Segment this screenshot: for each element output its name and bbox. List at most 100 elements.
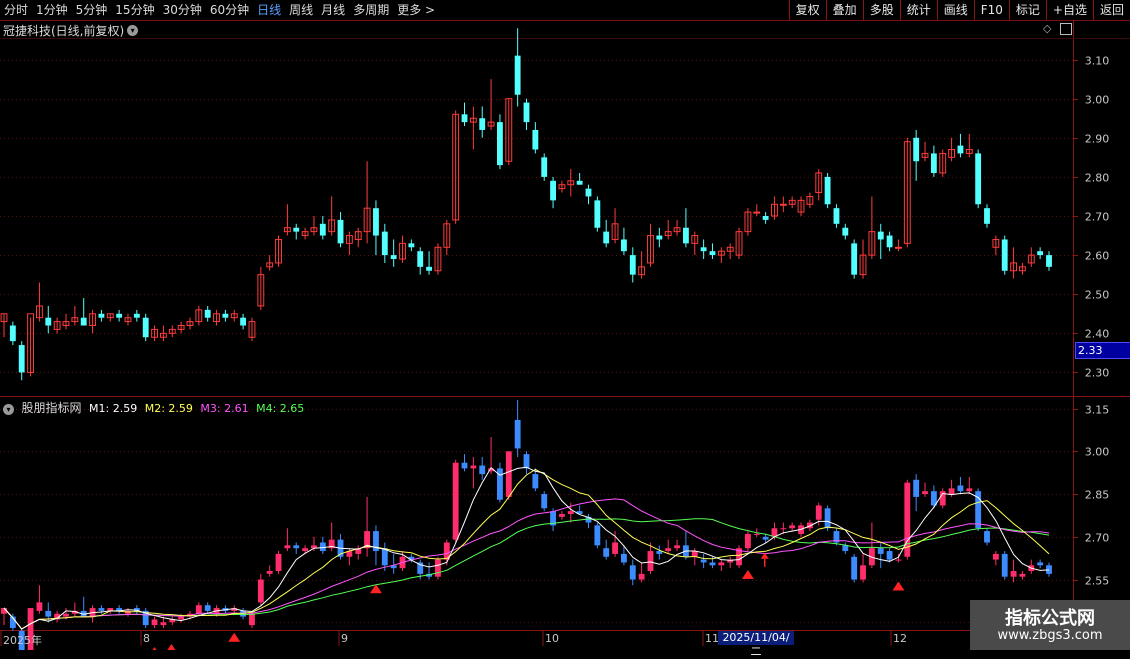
ind-candle-body: [470, 465, 477, 469]
main-tick-label: 2.30: [1085, 367, 1110, 380]
ind-candle-body: [319, 542, 326, 552]
watermark-logo: 指标公式网 www.zbgs3.com: [970, 600, 1130, 650]
ind-candle-body: [709, 562, 716, 566]
candle-body: [1001, 239, 1008, 271]
stock-title: 冠捷科技(日线,前复权): [3, 24, 125, 38]
ind-candle-body: [824, 508, 831, 529]
cursor-date-tag: 2025/11/04/二: [718, 631, 794, 658]
candle-body: [620, 239, 627, 252]
ind-candle-body: [744, 533, 751, 549]
main-tick-label: 2.90: [1085, 133, 1110, 146]
diamond-icon[interactable]: ◇: [1043, 22, 1051, 35]
candle-body: [514, 55, 521, 95]
candle-body: [337, 219, 344, 244]
ind-candle-body: [789, 525, 796, 529]
ind-candle-body: [780, 528, 787, 530]
candle-body: [700, 247, 707, 252]
ind-candle-body: [984, 531, 990, 543]
ind-candle-body: [178, 616, 185, 620]
ind-candle-body: [302, 548, 309, 552]
window-toggle-icon[interactable]: [1060, 23, 1072, 35]
candle-body: [541, 157, 548, 177]
x-axis-label: 10: [545, 632, 559, 645]
candle-body: [426, 266, 433, 271]
candle-body: [116, 313, 123, 318]
ind-candle-body: [381, 548, 388, 566]
candle-body: [293, 227, 300, 232]
candle-body: [461, 114, 468, 123]
chevron-down-icon[interactable]: ▾: [3, 403, 14, 415]
x-axis-label: 8: [143, 632, 150, 645]
ma-line-m3: [3, 498, 1050, 630]
candle-body: [656, 235, 663, 240]
x-axis-label: 2025年: [3, 634, 42, 647]
ind-candle-body: [151, 619, 158, 626]
candle-body: [1037, 251, 1044, 256]
candle-body: [762, 216, 769, 220]
m2-value: M2: 2.59: [144, 402, 193, 415]
ind-candle-body: [957, 485, 964, 492]
ind-candle-body: [700, 559, 707, 563]
candle-body: [682, 227, 689, 244]
candle-body: [240, 317, 247, 326]
candle-body: [877, 231, 884, 240]
main-tick-label: 2.60: [1085, 250, 1110, 263]
buy-signal-arrow: [167, 644, 176, 650]
ind-candle-body: [257, 579, 264, 603]
candle-body: [532, 129, 539, 150]
ind-candle-body: [594, 525, 601, 546]
candle-body: [1046, 255, 1052, 267]
ind-candle-body: [284, 545, 291, 549]
ind-tick-label: 2.85: [1085, 489, 1110, 502]
candle-body: [417, 251, 424, 267]
ind-tick-label: 2.55: [1085, 575, 1110, 588]
ind-candle-body: [718, 562, 725, 566]
ind-candle-body: [541, 494, 548, 509]
ind-candle-body: [435, 559, 441, 577]
ind-candle-body: [629, 565, 636, 580]
main-tick-label: 3.10: [1085, 55, 1110, 68]
ind-candle-body: [922, 491, 928, 495]
ind-candle-body: [249, 613, 255, 626]
candle-body: [142, 317, 149, 338]
ind-candle-body: [762, 536, 769, 540]
ind-candle-body: [559, 514, 565, 517]
ind-candle-body: [567, 511, 574, 514]
current-price-tag: 2.33: [1075, 342, 1130, 359]
ma-line-m2: [3, 468, 1050, 630]
m4-value: M4: 2.65: [256, 402, 305, 415]
candle-body: [319, 223, 326, 236]
ind-candle-body: [204, 605, 211, 611]
candle-body: [390, 255, 397, 260]
ma-line-m1: [3, 466, 1050, 630]
ind-candle-body: [851, 556, 858, 580]
candle-body: [523, 102, 530, 123]
chevron-down-icon[interactable]: ▾: [127, 25, 139, 36]
ind-candle-body: [160, 622, 167, 626]
candle-body: [373, 208, 379, 236]
candle-body: [204, 309, 211, 318]
indicator-title: ▾ 股朋指标网 M1: 2.59 M2: 2.59 M3: 2.61 M4: 2…: [3, 399, 308, 416]
ind-candle-body: [293, 545, 300, 549]
ind-candle-body: [461, 462, 468, 469]
ind-candle-body: [877, 548, 884, 554]
candle-body: [9, 325, 16, 342]
main-tick-label: 2.70: [1085, 211, 1110, 224]
candle-body: [779, 203, 787, 206]
candle-body: [585, 188, 592, 197]
kline-chart[interactable]: 3.10 3.00 2.90 2.80 2.70 2.60 2.50 2.40 2.30 3.15…: [0, 0, 1130, 650]
candle-body: [603, 231, 610, 244]
ind-candle-body: [638, 573, 645, 580]
ind-candle-body: [665, 548, 672, 552]
candle-body: [886, 235, 893, 248]
ind-candle-body: [647, 551, 654, 571]
ind-candle-body: [1001, 553, 1008, 577]
candle-body: [895, 246, 902, 249]
ind-candle-body: [98, 608, 105, 611]
ind-candle-body: [620, 553, 627, 563]
candle-body: [408, 243, 415, 248]
candle-body: [98, 313, 105, 318]
candle-body: [824, 176, 831, 205]
candle-body: [497, 122, 503, 166]
ind-candle-body: [514, 419, 521, 449]
